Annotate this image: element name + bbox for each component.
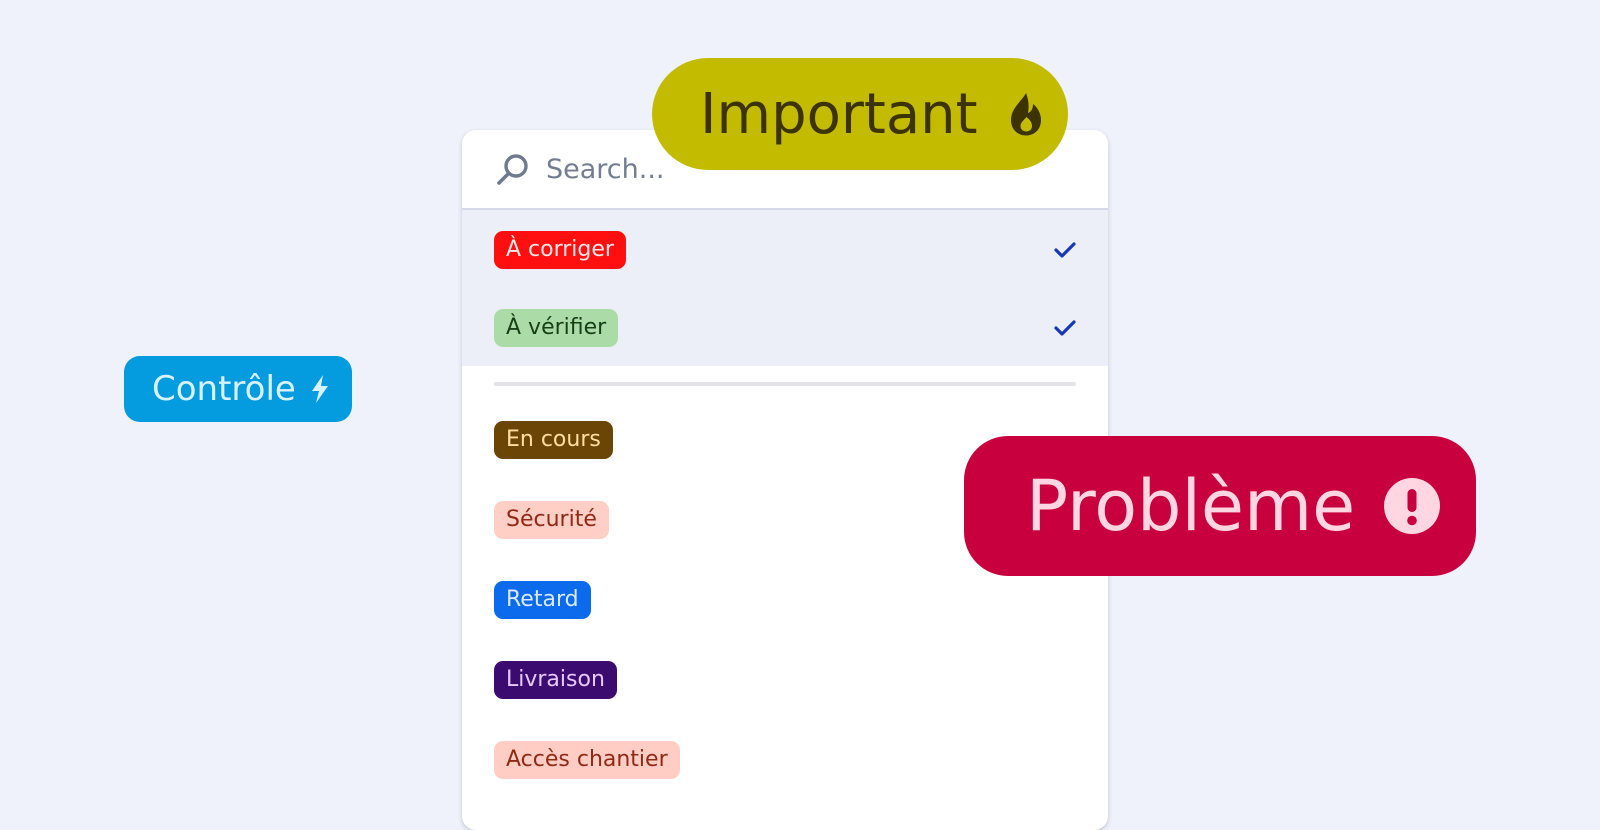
exclamation-circle-icon [1355,477,1441,535]
tag-label: À vérifier [494,309,619,347]
floating-tag-label: Contrôle [152,369,296,409]
tag-label: Livraison [494,661,617,699]
lightning-icon [296,374,330,404]
search-icon [496,152,530,186]
option-acces-chantier[interactable]: Accès chantier [462,720,1108,800]
floating-tag-label: Problème [1026,465,1356,547]
tag-label: À corriger [494,231,626,269]
tag-label: Retard [494,581,591,619]
floating-tag-important: Important [652,58,1068,170]
flame-icon [978,90,1046,138]
divider [494,382,1076,386]
check-icon [1052,237,1078,263]
floating-tag-controle: Contrôle [124,356,352,422]
tag-label: Sécurité [494,501,609,539]
selected-options: À corriger À vérifier [462,210,1108,366]
tag-label: En cours [494,421,613,459]
option-a-verifier[interactable]: À vérifier [462,290,1108,366]
option-livraison[interactable]: Livraison [462,640,1108,720]
check-icon [1052,315,1078,341]
tag-label: Accès chantier [494,741,680,779]
floating-tag-probleme: Problème [964,436,1476,576]
floating-tag-label: Important [700,81,978,147]
option-a-corriger[interactable]: À corriger [462,210,1108,290]
